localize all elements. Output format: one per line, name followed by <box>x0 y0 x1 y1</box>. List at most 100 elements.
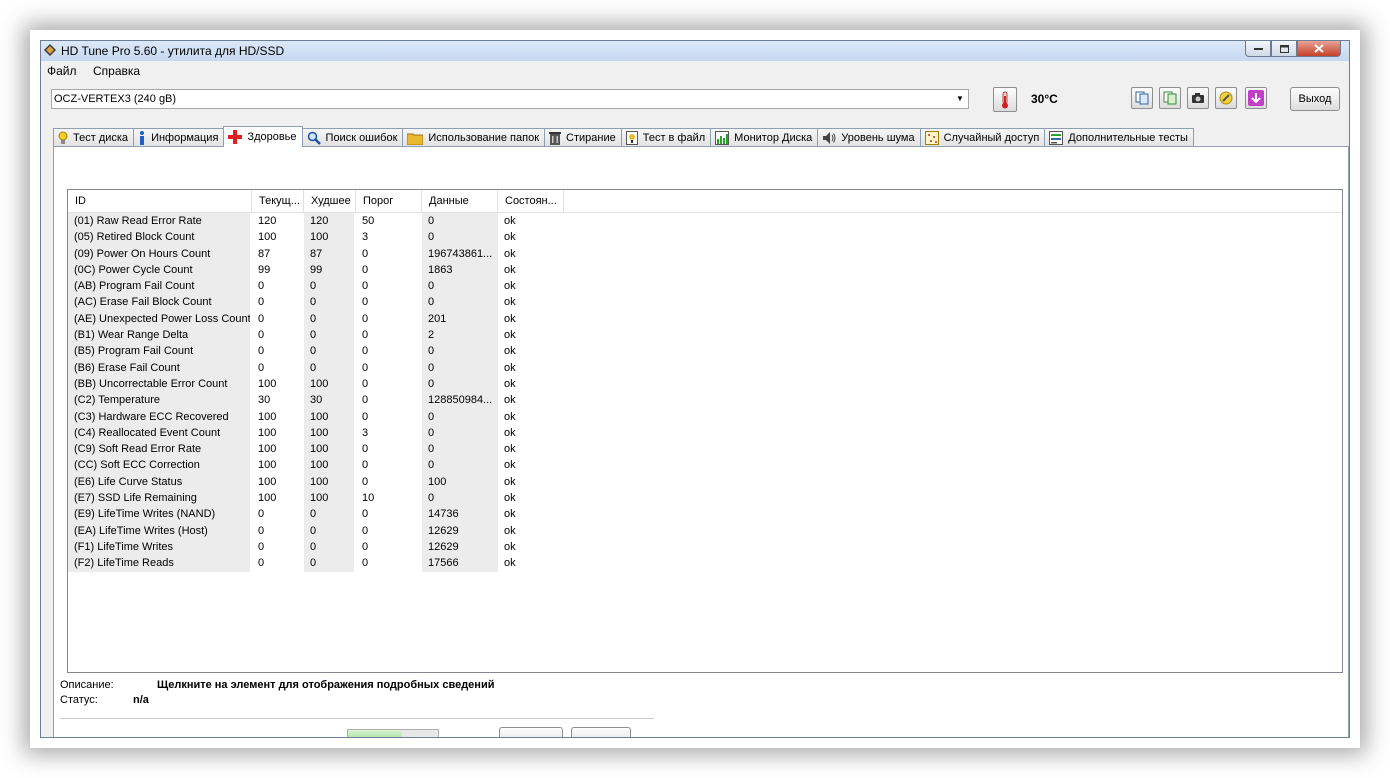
column-header-id[interactable]: ID <box>68 190 252 212</box>
cell-threshold: 0 <box>362 394 369 407</box>
close-button[interactable] <box>1297 41 1341 57</box>
tab-folder-usage[interactable]: Использование папок <box>402 128 546 147</box>
cell-data: 17566 <box>422 555 498 572</box>
tab-random-access[interactable]: Случайный доступ <box>919 128 1046 147</box>
cell-status: ok <box>504 410 516 423</box>
cell-threshold: 0 <box>362 345 369 358</box>
cell-current: 0 <box>258 296 265 309</box>
menu-help[interactable]: Справка <box>93 64 140 78</box>
options-button[interactable] <box>1215 87 1237 109</box>
cell-id: (F1) LifeTime Writes <box>68 538 250 556</box>
separator <box>60 718 654 719</box>
cell-current: 100 <box>258 426 277 439</box>
cell-id: (E9) LifeTime Writes (NAND) <box>68 506 250 523</box>
cell-worst: 120 <box>304 213 354 230</box>
title-bar[interactable]: HD Tune Pro 5.60 - утилита для HD/SSD <box>41 41 1349 61</box>
tab-bar: Тест диска Информация Здоровье Поиск оши… <box>53 126 1194 147</box>
tab-extra-tests[interactable]: Дополнительные тесты <box>1044 128 1194 147</box>
trash-icon <box>549 132 562 145</box>
cell-threshold: 0 <box>362 247 369 260</box>
cell-id: (B1) Wear Range Delta <box>68 327 250 344</box>
tab-erase[interactable]: Стирание <box>544 128 622 147</box>
tab-noise-level[interactable]: Уровень шума <box>817 128 921 147</box>
cell-worst: 0 <box>304 522 354 539</box>
status-value: n/a <box>133 694 149 706</box>
copy-info-button[interactable] <box>1131 87 1153 109</box>
cell-id: (BB) Uncorrectable Error Count <box>68 375 250 393</box>
cell-threshold: 0 <box>362 296 369 309</box>
tab-label: Тест в файл <box>642 132 706 144</box>
cell-current: 120 <box>258 215 277 227</box>
cell-id: (C2) Temperature <box>68 392 250 409</box>
cell-worst: 0 <box>304 327 354 344</box>
tab-label: Использование папок <box>428 132 540 144</box>
cell-status: ok <box>504 312 516 325</box>
copy-all-button[interactable] <box>1159 87 1181 109</box>
cell-worst: 100 <box>304 441 354 458</box>
minimize-button[interactable] <box>1245 41 1271 57</box>
cell-threshold: 3 <box>362 231 369 244</box>
drive-select[interactable]: OCZ-VERTEX3 (240 gB) ▼ <box>51 89 969 109</box>
tab-file-test[interactable]: Тест в файл <box>620 128 712 147</box>
temperature-button[interactable] <box>993 87 1017 112</box>
cell-data: 0 <box>422 294 498 311</box>
cell-status: ok <box>504 459 516 472</box>
cell-data: 0 <box>422 229 498 246</box>
cell-id: (C3) Hardware ECC Recovered <box>68 408 250 425</box>
cell-status: ok <box>504 492 516 505</box>
cell-threshold: 0 <box>362 508 369 521</box>
column-header-status[interactable]: Состоян... <box>498 190 564 212</box>
drive-select-value: OCZ-VERTEX3 (240 gB) <box>54 93 177 105</box>
column-header-current[interactable]: Текущ... <box>252 190 304 212</box>
cell-threshold: 0 <box>362 443 369 456</box>
window-title: HD Tune Pro 5.60 - утилита для HD/SSD <box>61 44 285 58</box>
tab-label: Случайный доступ <box>943 132 1040 144</box>
tab-health[interactable]: Здоровье <box>223 126 303 147</box>
tab-info[interactable]: Информация <box>133 128 225 147</box>
column-header-worst[interactable]: Худшее <box>304 190 356 212</box>
magnifier-icon <box>307 131 321 145</box>
cell-data: 0 <box>422 424 498 442</box>
screenshot-button[interactable] <box>1187 87 1209 109</box>
cell-id: (B5) Program Fail Count <box>68 343 250 360</box>
cell-current: 30 <box>258 394 271 407</box>
column-header-threshold[interactable]: Порог <box>356 190 422 212</box>
cell-id: (F2) LifeTime Reads <box>68 555 250 572</box>
bottom-button-2[interactable] <box>571 727 631 737</box>
cell-status: ok <box>504 540 516 553</box>
cell-current: 100 <box>258 443 277 456</box>
speaker-icon <box>823 132 836 144</box>
cell-data: 12629 <box>422 538 498 556</box>
save-button[interactable] <box>1245 87 1267 109</box>
cell-current: 100 <box>258 377 277 390</box>
cell-data: 0 <box>422 441 498 458</box>
camera-icon <box>1192 93 1204 103</box>
red-cross-icon <box>228 130 243 144</box>
cell-current: 0 <box>258 345 265 358</box>
cell-status: ok <box>504 508 516 521</box>
tab-disk-monitor[interactable]: Монитор Диска <box>710 128 819 147</box>
cell-id: (01) Raw Read Error Rate <box>68 213 250 230</box>
cell-status: ok <box>504 215 516 227</box>
maximize-button[interactable] <box>1271 41 1297 57</box>
cell-current: 0 <box>258 312 265 325</box>
tab-error-scan[interactable]: Поиск ошибок <box>301 128 404 147</box>
menu-file[interactable]: Файл <box>47 64 77 78</box>
cell-status: ok <box>504 296 516 309</box>
cell-current: 100 <box>258 459 277 472</box>
smart-table[interactable]: ID Текущ... Худшее Порог Данные Состоян.… <box>67 189 1343 673</box>
tab-disk-test[interactable]: Тест диска <box>53 128 135 147</box>
chevron-down-icon[interactable]: ▼ <box>952 90 968 108</box>
cell-worst: 0 <box>304 343 354 360</box>
toolbar: OCZ-VERTEX3 (240 gB) ▼ 30°C Выход <box>41 81 1349 121</box>
cell-data: 0 <box>422 490 498 507</box>
cell-data: 0 <box>422 343 498 360</box>
exit-button[interactable]: Выход <box>1290 87 1340 111</box>
cell-data: 0 <box>422 408 498 425</box>
bottom-button-1[interactable] <box>499 727 563 737</box>
column-header-data[interactable]: Данные <box>422 190 498 212</box>
cell-worst: 99 <box>304 261 354 279</box>
cell-data: 14736 <box>422 506 498 523</box>
close-icon <box>1314 44 1324 53</box>
cell-data: 0 <box>422 457 498 474</box>
